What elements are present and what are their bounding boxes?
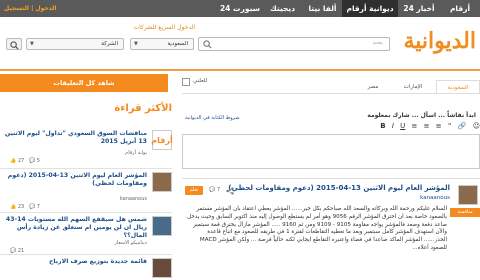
separator — [0, 168, 172, 169]
top-nav-bar: أرقام أخبار 24 ديوانية أرقام ألفا بيتا د… — [0, 0, 480, 17]
market-select[interactable]: ▼ السعودية — [130, 38, 194, 50]
chevron-down-icon: ▼ — [134, 41, 138, 47]
tab-alphabeta[interactable]: ألفا بيتا — [303, 0, 342, 17]
login-register-link[interactable]: الدخول | التسجيل — [4, 0, 56, 17]
most-read-item[interactable]: المؤشر العام ليوم الاثنين 13-04-2015 (دع… — [0, 172, 172, 210]
chevron-down-icon: ▼ — [30, 41, 34, 47]
item-title[interactable]: شمس هل سيقفع السهم الله مستويات 14-43 ري… — [2, 216, 147, 240]
item-stats: 👍 27 💬 5 — [10, 158, 40, 164]
post-author[interactable]: kanaanous — [300, 195, 450, 201]
link-icon[interactable]: 🔗 — [458, 122, 467, 130]
post-editor[interactable] — [182, 134, 480, 169]
tab-egypt[interactable]: مصر — [355, 80, 391, 94]
status-badge: منافسة — [450, 208, 480, 217]
show-all-comments-button[interactable]: شاهد كل التعليقات — [0, 74, 168, 92]
argaam-logo-thumb: أرقام — [151, 130, 173, 150]
item-author[interactable]: kanaanous — [120, 196, 147, 202]
most-read-item[interactable]: شمس هل سيقفع السهم الله مستويات 14-43 ري… — [0, 216, 172, 254]
tab-sport24[interactable]: سبورت 24 — [218, 0, 262, 17]
tab-diwaniya[interactable]: ديوانية أرقام — [342, 0, 398, 17]
tab-akhbar24[interactable]: أخبار 24 — [398, 0, 440, 17]
company-select[interactable]: ▼ الشركة — [26, 38, 124, 50]
align-center-button[interactable]: ≡ — [424, 122, 430, 130]
public-label: للعلني — [193, 78, 208, 84]
item-title[interactable]: مناقشات السوق السعودي "تداول" ليوم الاثن… — [2, 130, 147, 146]
quote-button[interactable]: “ — [448, 122, 452, 130]
tab-digitek[interactable]: ديجيتك — [262, 0, 303, 17]
most-read-item[interactable]: أرقام مناقشات السوق السعودي "تداول" ليوم… — [0, 130, 173, 166]
item-title[interactable]: قائمة جديدة بتوزيع صرف الارباح — [2, 258, 147, 266]
bold-button[interactable]: B — [380, 122, 385, 130]
avatar — [152, 216, 172, 236]
search-placeholder: بحث — [372, 40, 383, 46]
align-right-button[interactable]: ≡ — [436, 122, 442, 130]
separator — [0, 212, 172, 213]
item-title[interactable]: المؤشر العام ليوم الاثنين 13-04-2015 (دع… — [2, 172, 147, 188]
like-button[interactable]: تعلم — [185, 186, 203, 195]
search-input[interactable]: بحث — [198, 37, 390, 51]
avatar — [152, 172, 172, 192]
header-divider — [0, 69, 480, 71]
terms-link[interactable]: شروط الكتابة في الديوانية — [185, 115, 240, 121]
tab-saudi[interactable]: السعودية — [436, 80, 480, 94]
item-stats: 👍 23 💬 7 — [10, 204, 40, 210]
comment-count[interactable]: 💬 7 — [209, 186, 220, 195]
tab-argaam[interactable]: أرقام — [440, 0, 480, 17]
post-title[interactable]: المؤشر العام ليوم الاثنين 13-04-2015 (دع… — [200, 184, 450, 192]
avatar — [152, 258, 172, 278]
most-read-item[interactable]: قائمة جديدة بتوزيع صرف الارباح — [0, 258, 172, 278]
separator — [0, 254, 172, 255]
search-icon — [10, 41, 19, 50]
tab-uae[interactable]: الإمارات — [393, 80, 433, 94]
item-author[interactable]: ديناميكو الاسعار — [114, 240, 147, 246]
align-left-button[interactable]: ≡ — [412, 122, 418, 130]
share-icon[interactable] — [226, 187, 234, 195]
editor-toolbar: B I U ≡ ≡ ≡ “ 🔗 ☺ — [182, 122, 480, 133]
diwaniya-logo[interactable]: الديوانية — [398, 28, 477, 56]
search-icon[interactable] — [203, 40, 212, 49]
underline-button[interactable]: U — [400, 122, 405, 130]
public-checkbox[interactable] — [182, 78, 190, 86]
separator — [182, 178, 480, 179]
tab-underline — [182, 93, 480, 94]
composer-prompt: ابدأ نقاشاً ... اسأل ... شارك بمعلومة — [367, 112, 476, 119]
quick-search-button[interactable] — [6, 38, 22, 50]
item-author[interactable]: بوابة أرقام — [125, 150, 147, 156]
most-read-title: الأكثر قراءة — [114, 103, 172, 114]
italic-button[interactable]: I — [392, 122, 394, 130]
emoji-icon[interactable]: ☺ — [473, 122, 480, 130]
post-body: السلام عليكم ورحمة الله وبركاته والسعد ا… — [187, 206, 447, 251]
quick-access-title: الدخول السريع للشركات — [133, 24, 195, 31]
avatar[interactable] — [458, 185, 478, 205]
